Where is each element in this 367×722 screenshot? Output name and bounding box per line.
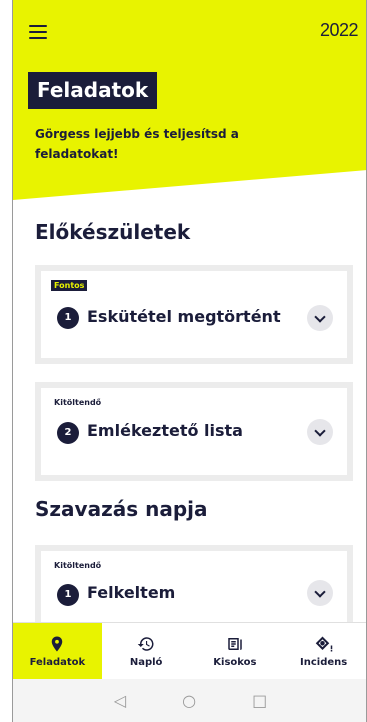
section-title-preparations: Előkészületek (35, 220, 191, 244)
chevron-down-icon[interactable] (307, 580, 333, 606)
nav-item-kisokos[interactable]: Kisokos (191, 623, 280, 679)
nav-label: Kisokos (213, 656, 257, 668)
task-title: Eskütétel megtörtént (87, 307, 281, 326)
location-pin-icon (52, 636, 63, 651)
bottom-navigation: Feladatok Napló Kisokos Incidens (13, 622, 366, 679)
menu-icon[interactable] (29, 25, 47, 39)
nav-item-incidens[interactable]: Incidens (279, 623, 366, 679)
task-title: Felkeltem (87, 583, 176, 602)
page-subtitle: Görgess lejjebb és teljesítsd a feladato… (35, 127, 239, 161)
task-card[interactable]: Kitöltendő 2 Emlékeztető lista (35, 382, 353, 481)
nav-label: Incidens (300, 656, 348, 668)
task-number: 1 (57, 584, 79, 606)
recents-icon[interactable]: □ (252, 691, 267, 710)
task-number: 2 (57, 422, 79, 444)
task-card[interactable]: Fontos 1 Eskütétel megtörtént (35, 265, 353, 364)
nav-label: Napló (129, 656, 163, 668)
nav-label: Feladatok (29, 656, 86, 668)
system-navigation-bar: ◁ ○ □ (13, 679, 366, 722)
nav-item-naplo[interactable]: Napló (102, 623, 191, 679)
section-title-voting-day: Szavazás napja (35, 497, 208, 521)
task-title: Emlékeztető lista (87, 421, 243, 440)
chevron-down-icon[interactable] (307, 305, 333, 331)
task-number: 1 (57, 307, 79, 329)
chevron-down-icon[interactable] (307, 419, 333, 445)
home-icon[interactable]: ○ (182, 691, 196, 710)
nav-item-feladatok[interactable]: Feladatok (13, 623, 102, 679)
app-logo: 2022 (319, 20, 359, 40)
history-icon (137, 636, 154, 651)
page-title: Feladatok (28, 72, 158, 109)
alert-diamond-icon (315, 636, 332, 651)
app-screen: 2022 Feladatok Görgess lejjebb és teljes… (12, 0, 367, 722)
task-badge-important: Fontos (51, 280, 88, 291)
back-icon[interactable]: ◁ (114, 691, 126, 710)
document-icon (228, 637, 242, 650)
task-badge-to-fill: Kitöltendő (54, 561, 102, 570)
header: 2022 Feladatok Görgess lejjebb és teljes… (13, 0, 366, 200)
task-badge-to-fill: Kitöltendő (54, 398, 102, 407)
